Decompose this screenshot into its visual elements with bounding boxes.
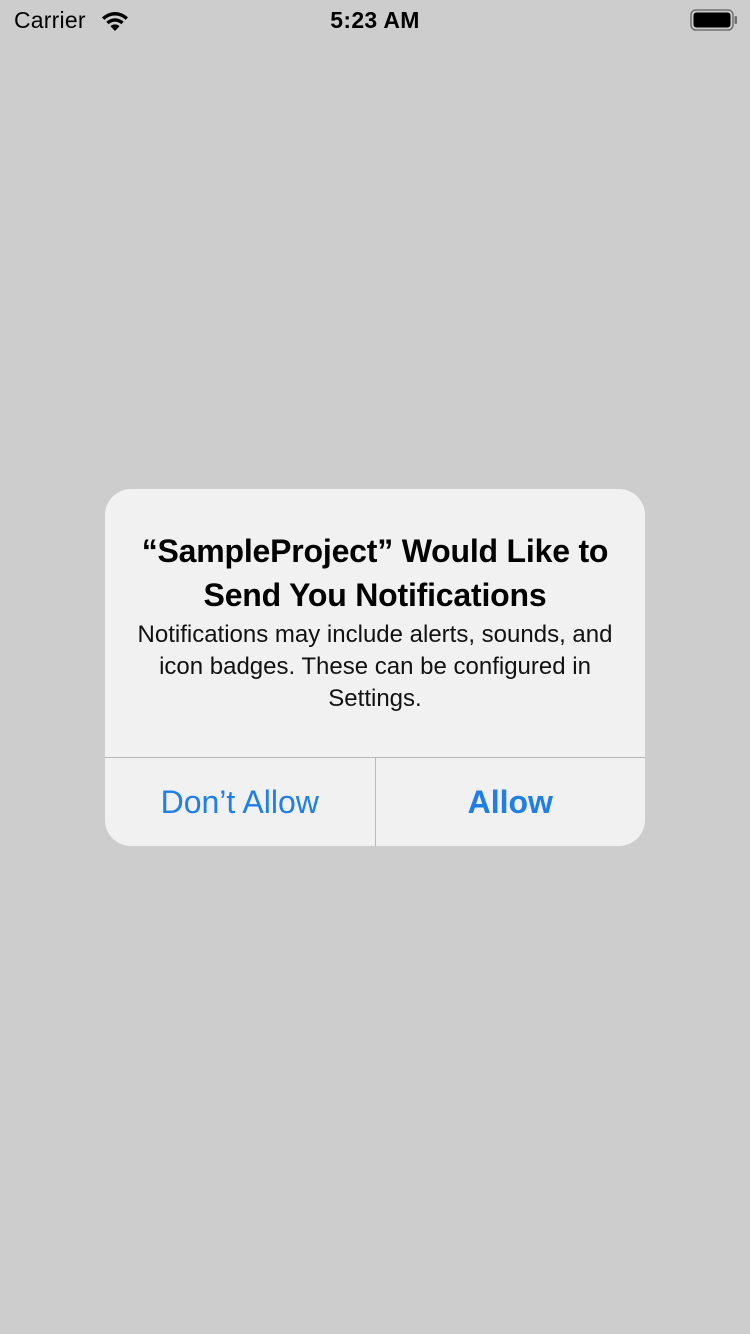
dont-allow-button[interactable]: Don’t Allow bbox=[105, 758, 375, 846]
alert-body: “SampleProject” Would Like to Send You N… bbox=[105, 489, 645, 757]
allow-button[interactable]: Allow bbox=[376, 758, 646, 846]
alert-actions: Don’t Allow Allow bbox=[105, 757, 645, 846]
status-time: 5:23 AM bbox=[330, 7, 420, 33]
app-screen: Carrier 5:23 AM “SampleProject” Would Li… bbox=[0, 0, 750, 1334]
battery-icon bbox=[690, 9, 737, 31]
notification-permission-alert: “SampleProject” Would Like to Send You N… bbox=[105, 489, 645, 846]
alert-message: Notifications may include alerts, sounds… bbox=[137, 621, 613, 712]
status-bar: Carrier 5:23 AM bbox=[0, 0, 750, 40]
alert-title: “SampleProject” Would Like to Send You N… bbox=[141, 533, 609, 613]
